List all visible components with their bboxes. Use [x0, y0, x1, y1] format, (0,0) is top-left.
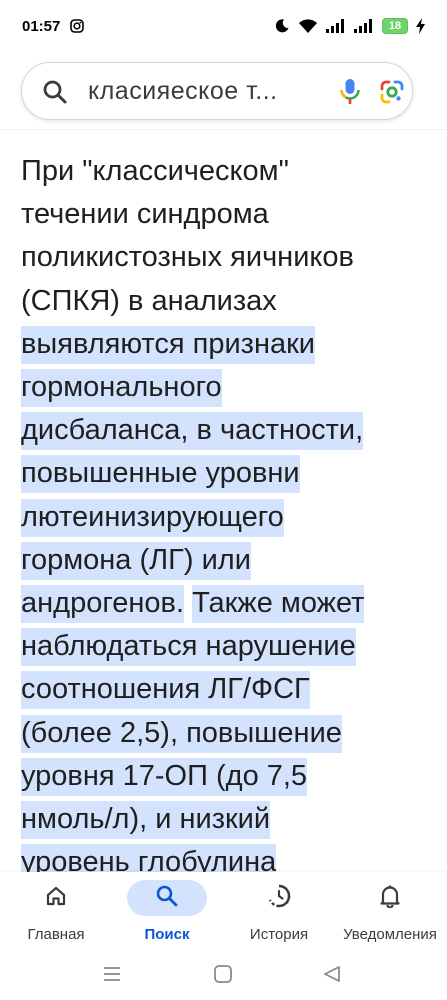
nav-label: История — [249, 926, 309, 943]
back-icon[interactable] — [322, 964, 342, 989]
home-icon — [45, 885, 67, 912]
ai-overview-text: При "классическом" течении синдрома поли… — [21, 150, 441, 884]
highlighted-text[interactable]: гормонального — [21, 369, 222, 408]
nav-label: Главная — [27, 926, 85, 943]
search-icon[interactable] — [42, 79, 68, 110]
nav-label: Поиск — [144, 926, 190, 943]
search-query[interactable]: класияеское т... — [88, 77, 318, 106]
text-line: (СПКЯ) в анализах — [21, 284, 277, 317]
search-bar[interactable]: класияеское т... — [21, 62, 413, 120]
nav-search[interactable]: Поиск — [117, 872, 217, 954]
highlighted-text[interactable]: андрогенов. — [21, 585, 184, 624]
nav-notifications[interactable]: Уведомления — [340, 872, 440, 954]
google-lens-icon[interactable] — [378, 78, 406, 111]
nav-history[interactable]: История — [229, 872, 329, 954]
screen: 01:57 18 класияеское т... При "классичес… — [0, 0, 447, 1000]
nav-label: Уведомления — [343, 926, 437, 943]
highlighted-text[interactable]: уровня 17-ОП (до 7,5 — [21, 757, 308, 796]
highlighted-text[interactable]: дисбаланса, в частности, — [21, 412, 364, 451]
battery-indicator: 18 — [382, 18, 408, 34]
history-icon — [266, 883, 292, 914]
bell-icon — [379, 884, 401, 913]
system-navigation-bar — [0, 954, 447, 1000]
highlighted-text[interactable]: (более 2,5), повышение — [21, 714, 342, 753]
charging-icon — [416, 18, 425, 34]
moon-icon — [274, 18, 290, 34]
highlighted-text[interactable]: повышенные уровни — [21, 455, 300, 494]
highlighted-text[interactable]: лютеинизирующего — [21, 498, 284, 537]
status-bar: 01:57 18 — [0, 0, 447, 52]
instagram-icon — [70, 19, 85, 33]
search-icon — [155, 884, 179, 913]
text-line: течении синдрома — [21, 198, 269, 231]
header-divider — [0, 129, 447, 130]
nav-home[interactable]: Главная — [6, 872, 106, 954]
highlighted-text[interactable]: выявляются признаки — [21, 325, 316, 364]
highlighted-text[interactable]: Также может — [192, 585, 365, 624]
home-square-icon[interactable] — [213, 964, 233, 989]
signal-icon — [326, 19, 346, 33]
bottom-navigation: Главная Поиск История Уведомления — [0, 872, 447, 954]
highlighted-text[interactable]: нмоль/л), и низкий — [21, 801, 271, 840]
signal-icon-2 — [354, 19, 374, 33]
highlighted-text[interactable]: соотношения ЛГ/ФСГ — [21, 671, 310, 710]
highlighted-text[interactable]: наблюдаться нарушение — [21, 628, 356, 667]
mic-icon[interactable] — [338, 77, 362, 112]
text-line: поликистозных яичников — [21, 241, 354, 274]
clock: 01:57 — [22, 17, 61, 35]
highlighted-text[interactable]: гормона (ЛГ) или — [21, 541, 251, 580]
menu-icon[interactable] — [103, 964, 121, 989]
wifi-icon — [298, 18, 318, 34]
text-line: При "классическом" — [21, 155, 289, 187]
